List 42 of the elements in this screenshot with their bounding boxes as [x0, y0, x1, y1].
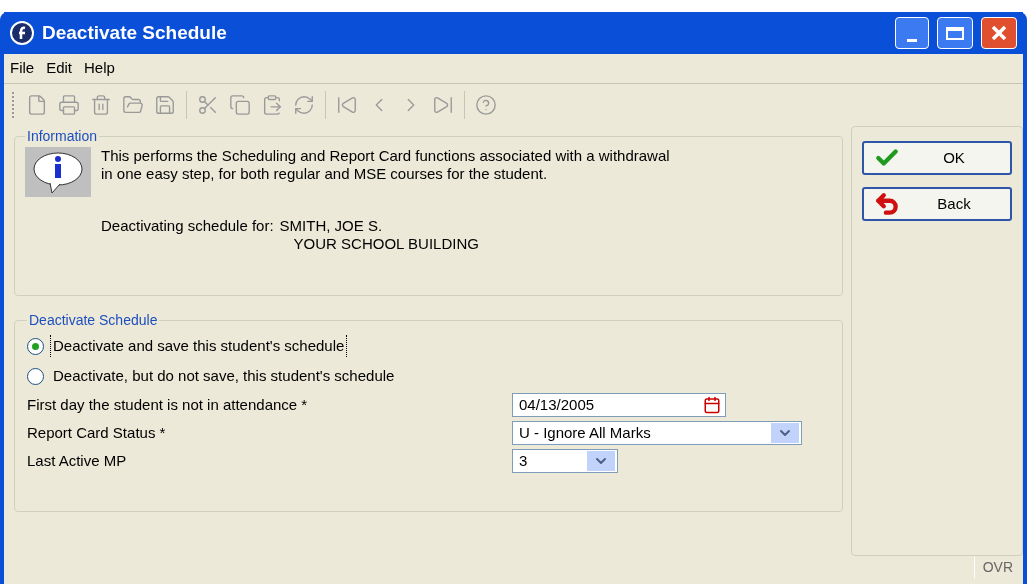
trash-icon[interactable]: [90, 94, 112, 116]
app-logo-icon: [10, 21, 34, 45]
field-label: Report Card Status *: [27, 422, 167, 443]
minimize-button[interactable]: [895, 17, 929, 49]
menu-item[interactable]: Help: [84, 57, 115, 80]
folder-icon[interactable]: [122, 94, 144, 116]
window-title: Deactivate Schedule: [42, 20, 227, 45]
school-name: YOUR SCHOOL BUILDING: [292, 235, 479, 253]
field-label: First day the student is not in attendance *: [27, 394, 309, 415]
menu-item[interactable]: Edit: [46, 57, 73, 80]
radio-label[interactable]: Deactivate and save this student's schedule: [50, 334, 348, 358]
file-icon[interactable]: [26, 94, 48, 116]
first-record-icon[interactable]: [336, 94, 358, 116]
info-text: This performs the Scheduling and Report Card functions associated with a withdrawal in one easy step, for both regular and MSE courses for the student.: [101, 147, 671, 183]
copy-icon[interactable]: [229, 94, 251, 116]
student-label: Deactivating schedule for:: [101, 217, 274, 236]
radio-button[interactable]: [27, 337, 44, 355]
dropdown[interactable]: U - Ignore All Marks: [512, 421, 802, 445]
maximize-button[interactable]: [937, 17, 973, 49]
close-button[interactable]: [981, 17, 1017, 49]
last-record-icon[interactable]: [432, 94, 454, 116]
date-field[interactable]: 04/13/2005: [512, 393, 726, 417]
ok-button[interactable]: OK: [862, 141, 1012, 175]
scissors-icon[interactable]: [197, 94, 219, 116]
paste-icon[interactable]: [261, 94, 283, 116]
field-label: Last Active MP: [27, 450, 128, 471]
menu-item[interactable]: File: [10, 57, 35, 80]
dropdown[interactable]: 3: [512, 449, 618, 473]
save-icon[interactable]: [154, 94, 176, 116]
group-title: Information: [26, 127, 99, 146]
radio-button[interactable]: [27, 367, 44, 385]
info-icon: [25, 147, 91, 197]
close-icon[interactable]: [990, 24, 1008, 42]
calendar-icon[interactable]: [701, 396, 723, 414]
status-mode: OVR: [973, 557, 1013, 578]
student-name: SMITH, JOE S.: [279, 217, 384, 235]
group-title: Deactivate Schedule: [28, 311, 159, 330]
back-button[interactable]: Back: [862, 187, 1012, 221]
refresh-icon[interactable]: [293, 94, 315, 116]
help-icon[interactable]: [475, 94, 497, 116]
radio-label[interactable]: Deactivate, but do not save, this student's schedule: [50, 364, 398, 388]
printer-icon[interactable]: [58, 94, 80, 116]
